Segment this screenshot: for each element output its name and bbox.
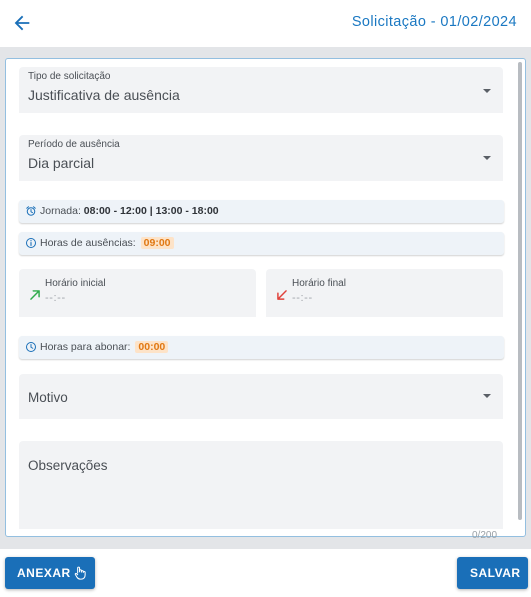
end-time-field[interactable]: Horário final --:-- <box>266 269 503 317</box>
shift-info: Jornada: 08:00 - 12:00 | 13:00 - 18:00 <box>19 200 504 223</box>
attach-button[interactable]: ANEXAR <box>5 557 95 589</box>
arrow-down-left-icon <box>277 290 287 300</box>
clock-icon <box>26 342 36 352</box>
reason-select[interactable]: Motivo <box>19 374 503 419</box>
notes-textarea[interactable]: Observações <box>19 441 503 529</box>
request-type-label: Tipo de solicitação <box>28 71 111 82</box>
absence-period-select[interactable]: Período de ausência Dia parcial <box>19 135 503 181</box>
page-title: Solicitação - 01/02/2024 <box>351 14 517 30</box>
absence-hours-label: Horas de ausências: <box>40 237 136 249</box>
end-time-label: Horário final <box>292 278 346 289</box>
save-button-label: SALVAR <box>470 566 521 580</box>
shift-text: Jornada: 08:00 - 12:00 | 13:00 - 18:00 <box>40 205 219 217</box>
absence-hours-text: Horas de ausências: 09:00 <box>40 237 174 249</box>
hours-to-pay-info: Horas para abonar: 00:00 <box>19 336 504 359</box>
info-circle-icon <box>26 238 36 248</box>
absence-period-label: Período de ausência <box>28 139 120 150</box>
back-arrow-icon[interactable] <box>11 12 33 34</box>
hours-to-pay-label: Horas para abonar: <box>40 341 131 353</box>
scrollbar[interactable] <box>518 62 522 520</box>
start-time-label: Horário inicial <box>45 278 106 289</box>
dropdown-caret-icon <box>483 156 491 160</box>
dropdown-caret-icon <box>483 394 491 398</box>
reason-label: Motivo <box>28 390 68 405</box>
request-type-value: Justificativa de ausência <box>28 87 180 103</box>
dropdown-caret-icon <box>483 89 491 93</box>
hours-to-pay-text: Horas para abonar: 00:00 <box>40 341 169 353</box>
start-time-placeholder: --:-- <box>45 292 66 304</box>
shift-value: 08:00 - 12:00 | 13:00 - 18:00 <box>83 205 219 217</box>
absence-period-value: Dia parcial <box>28 155 95 171</box>
hand-pointer-icon <box>74 566 86 580</box>
save-button[interactable]: SALVAR <box>457 557 528 589</box>
notes-character-counter: 0/200 <box>472 530 498 541</box>
absence-hours-badge: 09:00 <box>140 237 174 249</box>
shift-label: Jornada: <box>40 205 81 217</box>
attach-button-label: ANEXAR <box>17 566 71 580</box>
notes-label: Observações <box>28 458 108 473</box>
alarm-clock-icon <box>26 206 36 216</box>
request-type-select[interactable]: Tipo de solicitação Justificativa de aus… <box>19 67 503 113</box>
start-time-field[interactable]: Horário inicial --:-- <box>19 269 256 317</box>
arrow-up-right-icon <box>30 290 40 300</box>
app-header: Solicitação - 01/02/2024 <box>0 0 531 47</box>
end-time-placeholder: --:-- <box>292 292 313 304</box>
hours-to-pay-badge: 00:00 <box>135 341 169 353</box>
absence-hours-info: Horas de ausências: 09:00 <box>19 232 504 255</box>
